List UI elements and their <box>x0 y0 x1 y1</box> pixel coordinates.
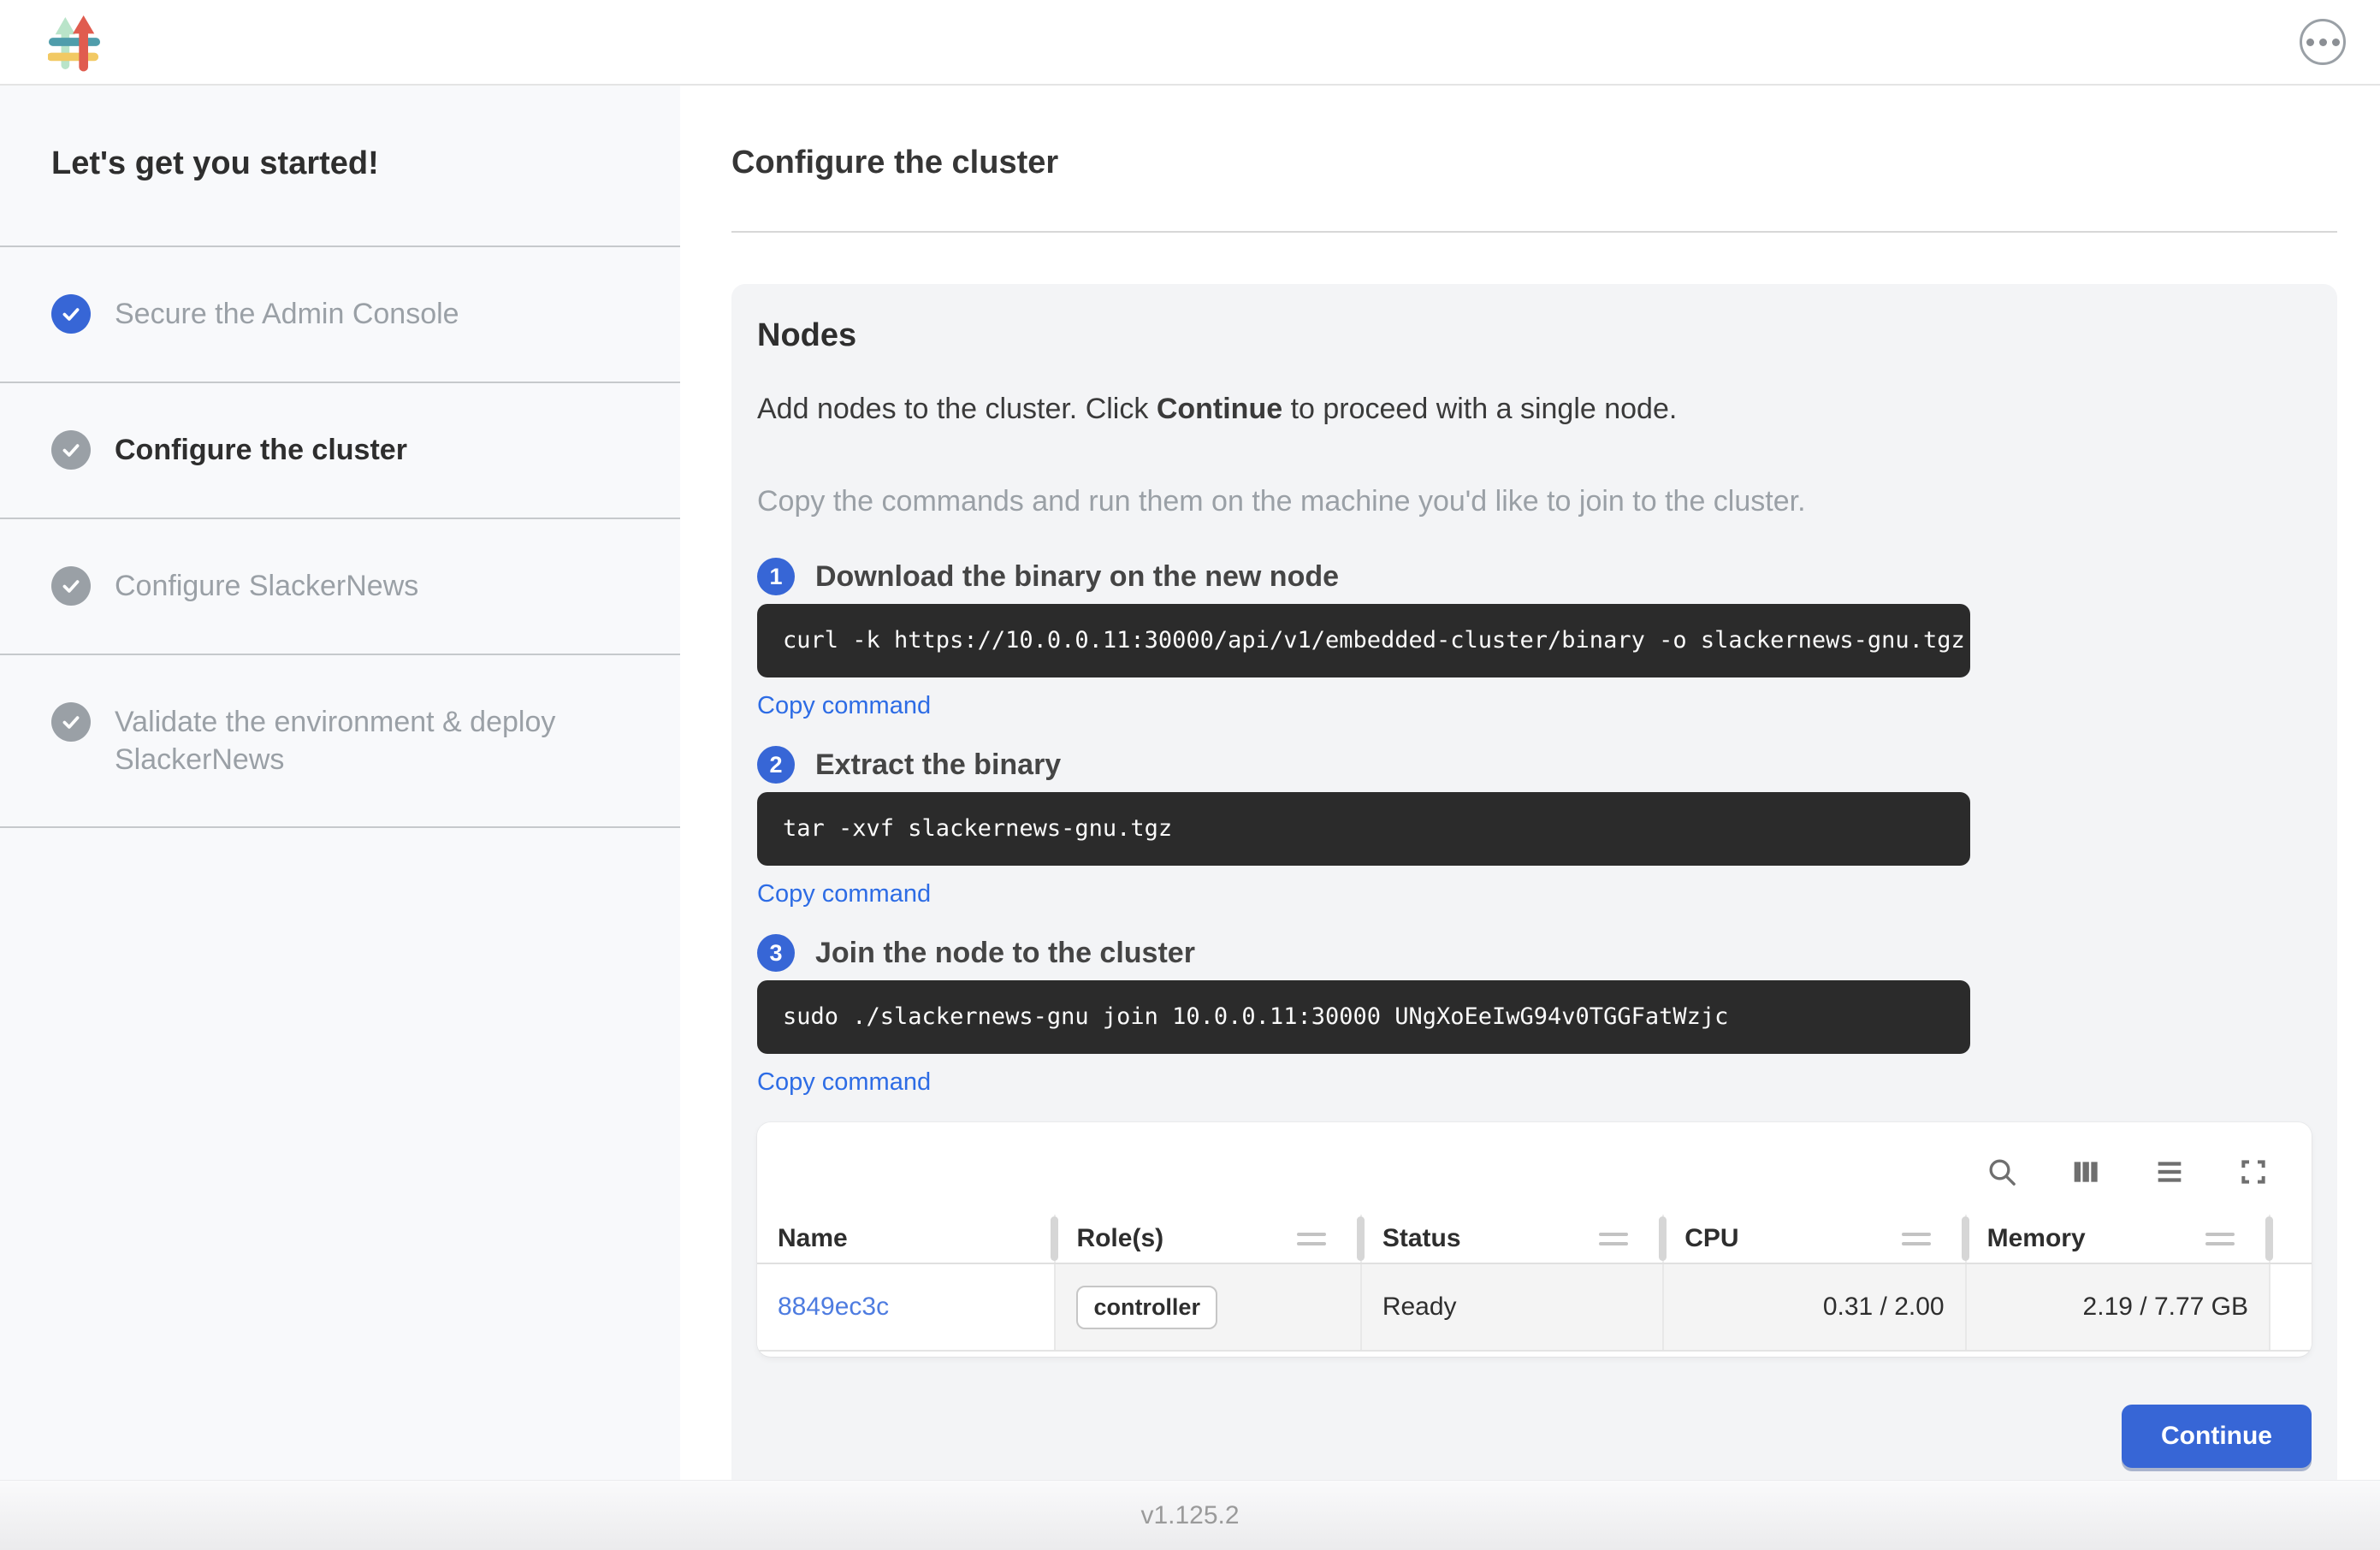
column-menu-icon[interactable] <box>1902 1233 1931 1245</box>
continue-keyword: Continue <box>1157 393 1282 425</box>
sidebar-title: Let's get you started! <box>0 86 680 247</box>
column-separator[interactable] <box>1357 1216 1365 1261</box>
column-header-memory[interactable]: Memory <box>1967 1215 2270 1263</box>
title-divider <box>731 231 2337 233</box>
check-circle-icon <box>51 702 91 742</box>
column-header-roles[interactable]: Role(s) <box>1056 1215 1361 1263</box>
copy-commands-hint: Copy the commands and run them on the ma… <box>757 482 2312 520</box>
table-row: 8849ec3c controller Ready 0.31 / 2.00 2.… <box>757 1264 2312 1352</box>
column-header-filler <box>2270 1215 2312 1263</box>
step-3-copy-command-link[interactable]: Copy command <box>757 1068 931 1097</box>
sidebar-item-label: Validate the environment & deploy Slacke… <box>115 703 628 778</box>
column-header-name[interactable]: Name <box>757 1215 1056 1263</box>
column-separator[interactable] <box>1659 1216 1667 1261</box>
columns-icon[interactable] <box>2069 1155 2103 1189</box>
search-icon[interactable] <box>1985 1155 2019 1189</box>
sidebar-item-label: Configure the cluster <box>115 431 407 469</box>
nodes-heading: Nodes <box>757 315 2312 356</box>
setup-sidebar: Let's get you started! Secure the Admin … <box>0 86 680 1480</box>
sidebar-item-label: Configure SlackerNews <box>115 567 418 605</box>
check-circle-complete-icon <box>51 294 91 334</box>
step-3-heading: 3 Join the node to the cluster <box>757 934 2312 972</box>
sidebar-item-configure-slackernews[interactable]: Configure SlackerNews <box>0 519 680 655</box>
step-2-heading: 2 Extract the binary <box>757 746 2312 784</box>
sidebar-item-secure-admin-console[interactable]: Secure the Admin Console <box>0 247 680 383</box>
step-3-command-codeblock: sudo ./slackernews-gnu join 10.0.0.11:30… <box>757 980 1970 1054</box>
role-chip: controller <box>1076 1286 1217 1329</box>
ellipsis-icon <box>2306 38 2314 46</box>
step-1-command-codeblock: curl -k https://10.0.0.11:30000/api/v1/e… <box>757 604 1970 677</box>
check-circle-icon <box>51 430 91 470</box>
column-header-status[interactable]: Status <box>1362 1215 1664 1263</box>
column-menu-icon[interactable] <box>2205 1233 2235 1245</box>
table-header-row: Name Role(s) Status <box>757 1215 2312 1264</box>
row-filler-cell <box>2270 1264 2312 1350</box>
footer: v1.125.2 <box>0 1480 2380 1550</box>
density-icon[interactable] <box>2152 1155 2187 1189</box>
more-options-button[interactable] <box>2300 19 2346 65</box>
column-separator[interactable] <box>2265 1216 2273 1261</box>
node-name-link[interactable]: 8849ec3c <box>778 1293 889 1322</box>
continue-button[interactable]: Continue <box>2122 1405 2312 1468</box>
node-memory-cell: 2.19 / 7.77 GB <box>1967 1264 2270 1350</box>
step-1-heading: 1 Download the binary on the new node <box>757 558 2312 595</box>
top-navbar <box>0 0 2380 86</box>
step-3-title: Join the node to the cluster <box>815 937 1195 970</box>
sidebar-item-label: Secure the Admin Console <box>115 295 459 333</box>
step-2-title: Extract the binary <box>815 748 1061 782</box>
column-menu-icon[interactable] <box>1297 1233 1326 1245</box>
page-title: Configure the cluster <box>731 142 2337 183</box>
check-circle-icon <box>51 566 91 606</box>
step-2-badge: 2 <box>757 746 795 784</box>
sidebar-item-validate-deploy[interactable]: Validate the environment & deploy Slacke… <box>0 655 680 828</box>
nodes-table-card: Name Role(s) Status <box>757 1122 2312 1357</box>
table-toolbar <box>757 1122 2312 1215</box>
step-1-copy-command-link[interactable]: Copy command <box>757 691 931 720</box>
fullscreen-icon[interactable] <box>2236 1155 2270 1189</box>
node-cpu-cell: 0.31 / 2.00 <box>1664 1264 1966 1350</box>
column-header-cpu[interactable]: CPU <box>1664 1215 1966 1263</box>
version-label: v1.125.2 <box>1140 1501 1239 1530</box>
step-2-command-codeblock: tar -xvf slackernews-gnu.tgz <box>757 792 1970 866</box>
sidebar-item-configure-cluster[interactable]: Configure the cluster <box>0 383 680 519</box>
column-menu-icon[interactable] <box>1599 1233 1628 1245</box>
node-roles-cell: controller <box>1056 1264 1361 1350</box>
column-separator[interactable] <box>1051 1216 1058 1261</box>
step-1-badge: 1 <box>757 558 795 595</box>
node-name-cell: 8849ec3c <box>757 1264 1056 1350</box>
main-content: Configure the cluster Nodes Add nodes to… <box>680 86 2380 1480</box>
slackernews-logo-icon <box>48 12 101 72</box>
node-status-cell: Ready <box>1362 1264 1664 1350</box>
step-3-badge: 3 <box>757 934 795 972</box>
column-separator[interactable] <box>1962 1216 1969 1261</box>
nodes-intro: Add nodes to the cluster. Click Continue… <box>757 390 2312 428</box>
page: Let's get you started! Secure the Admin … <box>0 0 2380 1550</box>
nodes-card: Nodes Add nodes to the cluster. Click Co… <box>731 284 2337 1492</box>
step-1-title: Download the binary on the new node <box>815 560 1339 594</box>
step-2-copy-command-link[interactable]: Copy command <box>757 879 931 908</box>
